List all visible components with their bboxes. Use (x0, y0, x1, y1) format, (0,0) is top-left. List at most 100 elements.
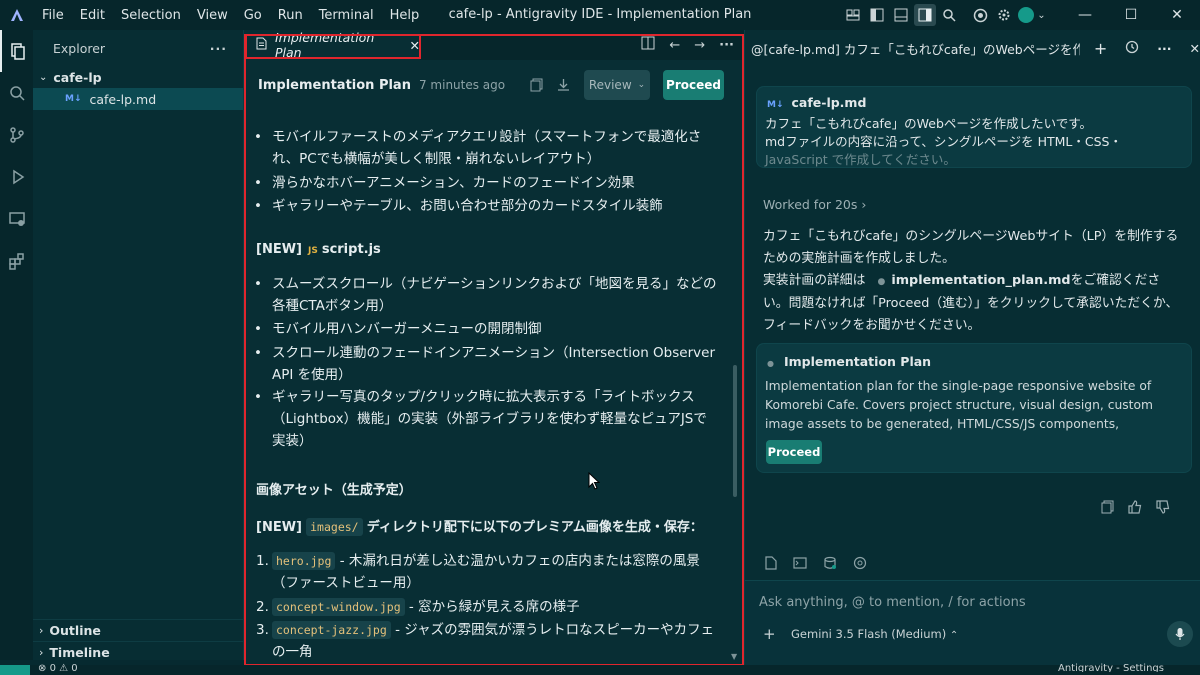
list-item: • ギャラリーやテーブル、お問い合わせ部分のカードスタイル装飾 (254, 198, 663, 214)
chevron-right-icon: › (861, 197, 867, 212)
title-bar: File Edit Selection View Go Run Terminal… (0, 0, 1200, 30)
timeline-label: Timeline (49, 645, 110, 660)
user-message-line: カフェ「こもれびcafe」のWebページを作成したいです。 (765, 116, 1093, 131)
minimize-button[interactable]: — (1062, 0, 1108, 30)
remote-indicator[interactable] (0, 665, 30, 675)
search-icon[interactable] (938, 4, 960, 26)
markdown-icon: M↓ (767, 100, 784, 110)
chevron-up-icon: ⌃ (949, 630, 959, 641)
chat-title[interactable]: @[cafe-lp.md] カフェ「こもれびcafe」のWebページを作 (751, 39, 1080, 58)
attached-file[interactable]: M↓ cafe-lp.md (767, 95, 866, 110)
source-control-icon[interactable] (0, 114, 33, 156)
toggle-panel-icon[interactable] (890, 4, 912, 26)
menu-run[interactable]: Run (270, 8, 311, 23)
remote-explorer-icon[interactable] (0, 198, 33, 240)
assets-heading: 画像アセット（生成予定） (256, 483, 412, 498)
error-icon: ⊗ (38, 663, 47, 672)
gear-icon[interactable] (993, 4, 1015, 26)
user-message-line: JavaScript で作成してください。 (765, 152, 956, 167)
copy-icon[interactable] (1101, 500, 1114, 518)
list-item: • スクロール連動のフェードインアニメーション（Intersection Obse… (254, 345, 715, 383)
database-icon[interactable] (823, 556, 837, 574)
plan-card-title[interactable]: ● Implementation Plan (767, 354, 931, 369)
js-file-icon: JS (307, 246, 318, 256)
problems-indicator[interactable]: ⊗ 0 ⚠ 0 (38, 662, 78, 672)
editor-scrollbar[interactable] (733, 365, 737, 497)
arrow-right-icon[interactable]: → (694, 38, 705, 53)
menu-terminal[interactable]: Terminal (311, 8, 382, 23)
close-window-button[interactable]: ✕ (1154, 0, 1200, 30)
file-row[interactable]: M↓ cafe-lp.md (33, 88, 243, 110)
review-dropdown[interactable]: Review ⌄ (584, 70, 650, 100)
chevron-right-icon: › (39, 624, 44, 637)
tab-label: Implementation Plan (275, 30, 375, 60)
plus-icon[interactable]: + (1094, 39, 1107, 58)
menu-edit[interactable]: Edit (72, 8, 113, 23)
warning-icon: ⚠ (59, 663, 69, 672)
plan-card-desc: Implementation plan for the single-page … (765, 379, 1153, 431)
close-tab-icon[interactable]: ✕ (410, 38, 420, 53)
layout-icon[interactable] (842, 4, 864, 26)
feedback-bar (1101, 500, 1170, 518)
file-link[interactable]: ● implementation_plan.md (877, 273, 1070, 288)
plan-document: • モバイルファーストのメディアクエリ設計（スマートフォンで最適化され、PCでも横… (244, 110, 730, 665)
explorer-icon[interactable] (0, 30, 33, 72)
toggle-secondary-sidebar-icon[interactable] (914, 4, 936, 26)
proceed-button[interactable]: Proceed (663, 70, 724, 100)
model-selector[interactable]: Gemini 3.5 Flash (Medium) ⌃ (791, 627, 958, 641)
user-message-line: mdファイルの内容に沿って、シングルページを HTML・CSS・ (765, 134, 1122, 149)
explorer-header: Explorer (53, 40, 106, 56)
search-view-icon[interactable] (0, 72, 33, 114)
plan-card-proceed-button[interactable]: Proceed (766, 440, 822, 464)
plus-icon[interactable]: + (763, 625, 776, 643)
thumbs-up-icon[interactable] (1128, 500, 1142, 518)
asset-item: 1. hero.jpg - 木漏れ日が差し込む温かいカフェの店内または窓際の風景（… (256, 552, 700, 591)
tab-implementation-plan[interactable]: Implementation Plan ✕ (244, 30, 420, 60)
microphone-icon[interactable] (1167, 621, 1193, 647)
timeline-section[interactable]: › Timeline (33, 641, 244, 663)
menu-file[interactable]: File (34, 8, 72, 23)
account-avatar[interactable]: ⌄ (1017, 4, 1047, 26)
folder-name: cafe-lp (53, 69, 102, 85)
menu-view[interactable]: View (189, 8, 236, 23)
download-icon[interactable] (557, 78, 570, 96)
terminal-icon[interactable] (793, 556, 807, 574)
menu-selection[interactable]: Selection (113, 8, 189, 23)
scroll-down-icon[interactable]: ▼ (731, 652, 737, 661)
copy-icon[interactable] (530, 78, 543, 96)
chat-input[interactable]: Ask anything, @ to mention, / for action… (759, 595, 1026, 610)
user-message: M↓ cafe-lp.md カフェ「こもれびcafe」のWebページを作成したいで… (756, 86, 1192, 168)
browser-icon[interactable] (969, 4, 991, 26)
list-item: • モバイルファーストのメディアクエリ設計（スマートフォンで最適化され、PCでも横… (254, 129, 702, 167)
file-icon[interactable] (765, 556, 777, 574)
close-panel-icon[interactable]: ✕ (1190, 41, 1200, 56)
run-debug-icon[interactable] (0, 156, 33, 198)
split-editor-icon[interactable] (641, 36, 655, 54)
asset-item: 3. concept-jazz.jpg - ジャズの雰囲気が漂うレトロなスピーカー… (256, 621, 715, 660)
editor-area: Implementation Plan ✕ ← → ··· Implementa… (244, 30, 744, 665)
browser-icon[interactable] (853, 556, 867, 574)
agent-chat-panel: @[cafe-lp.md] カフェ「こもれびcafe」のWebページを作 + ·… (744, 30, 1200, 665)
folder-row[interactable]: ⌄ cafe-lp (33, 66, 243, 88)
worked-toggle[interactable]: Worked for 20s › (763, 197, 866, 212)
outline-section[interactable]: › Outline (33, 619, 244, 641)
more-actions-icon[interactable]: ··· (1157, 41, 1171, 56)
extensions-icon[interactable] (0, 240, 33, 282)
history-icon[interactable] (1125, 40, 1139, 57)
assets-dir-code: images/ (306, 518, 363, 536)
activity-bar (0, 30, 33, 660)
thumbs-down-icon[interactable] (1156, 500, 1170, 518)
menu-go[interactable]: Go (236, 8, 270, 23)
menu-help[interactable]: Help (382, 8, 428, 23)
list-item: • スムーズスクロール（ナビゲーションリンクおよび「地図を見る」などの各種CTAボ… (254, 276, 717, 314)
arrow-left-icon[interactable]: ← (669, 38, 680, 53)
assets-intro: [NEW] images/ ディレクトリ配下に以下のプレミアム画像を生成・保存： (256, 518, 703, 536)
document-icon (256, 37, 267, 53)
toggle-sidebar-icon[interactable] (866, 4, 888, 26)
status-right[interactable]: Antigravity - Settings (1058, 662, 1164, 672)
maximize-button[interactable]: ☐ (1108, 0, 1154, 30)
tab-bar: Implementation Plan ✕ ← → ··· (244, 30, 744, 60)
more-actions-icon[interactable]: ··· (210, 41, 227, 56)
doc-title: Implementation Plan (258, 77, 411, 93)
more-actions-icon[interactable]: ··· (719, 38, 734, 53)
